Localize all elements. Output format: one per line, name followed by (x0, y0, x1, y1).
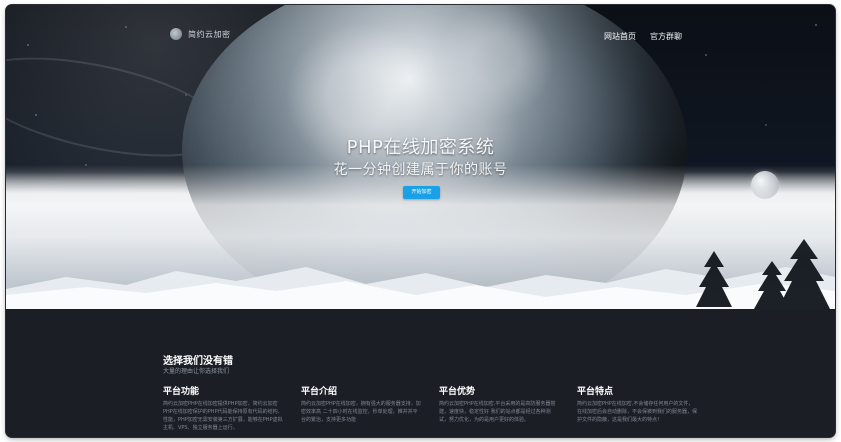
site-logo[interactable]: 简约云加密 (170, 28, 231, 40)
feature-card-intro: 平台介绍 简约云加密PHP在线加密，拥有强大的服务器支持，加密效率高 二十四小时… (301, 384, 421, 432)
feature-card-characteristics: 平台特点 简约云加密PHP在线加密,不会储存任何用户的文件，在线加密后会自动删除… (577, 384, 697, 432)
feature-card-advantages: 平台优势 简约云加密PHP在线加密,平台采用的是高防服务器搭建，速度快，稳定性好… (439, 384, 559, 432)
feature-title: 平台优势 (439, 386, 476, 396)
hero-title: PHP在线加密系统 (346, 137, 495, 158)
logo-icon (170, 28, 182, 40)
pine-trees (696, 239, 830, 309)
top-nav: 网站首页 官方群聊 (604, 31, 682, 42)
hero-banner: 简约云加密 网站首页 官方群聊 PHP在线加密系统 花一分钟创建属于你的账号 开… (6, 5, 835, 309)
section-title: 选择我们没有错 (163, 356, 233, 367)
features-section: 选择我们没有错 大量的理由让你选择我们 平台功能 简约云加密PHP在线加密提供P… (6, 309, 835, 437)
hero-subtitle: 花一分钟创建属于你的账号 (333, 162, 508, 178)
nav-group-chat-link[interactable]: 官方群聊 (650, 31, 682, 42)
page-frame: 简约云加密 网站首页 官方群聊 PHP在线加密系统 花一分钟创建属于你的账号 开… (6, 5, 835, 437)
start-encrypt-button[interactable]: 开始加密 (403, 186, 440, 199)
feature-text: 简约云加密PHP在线加密,不会储存任何用户的文件，在线加密后会自动删除，不会保被… (577, 401, 698, 423)
feature-title: 平台介绍 (301, 386, 338, 396)
feature-title: 平台功能 (163, 386, 200, 396)
nav-home-link[interactable]: 网站首页 (604, 31, 636, 42)
section-subtitle: 大量的理由让你选择我们 (163, 368, 230, 375)
feature-card-functions: 平台功能 简约云加密PHP在线加密提供PHP加密，简约云加密PHP在线加密保护的… (163, 384, 283, 432)
feature-title: 平台特点 (577, 386, 614, 396)
feature-text: 简约云加密PHP在线加密，拥有强大的服务器支持，加密效率高 二十四小时在线监控，… (301, 401, 421, 423)
feature-text: 简约云加密PHP在线加密提供PHP加密，简约云加密PHP在线加密保护的PHP代码… (163, 401, 283, 431)
feature-grid: 平台功能 简约云加密PHP在线加密提供PHP加密，简约云加密PHP在线加密保护的… (163, 384, 703, 432)
logo-text: 简约云加密 (188, 29, 231, 39)
feature-text: 简约云加密PHP在线加密,平台采用的是高防服务器搭建，速度快，稳定性好 我们的站… (439, 401, 556, 423)
